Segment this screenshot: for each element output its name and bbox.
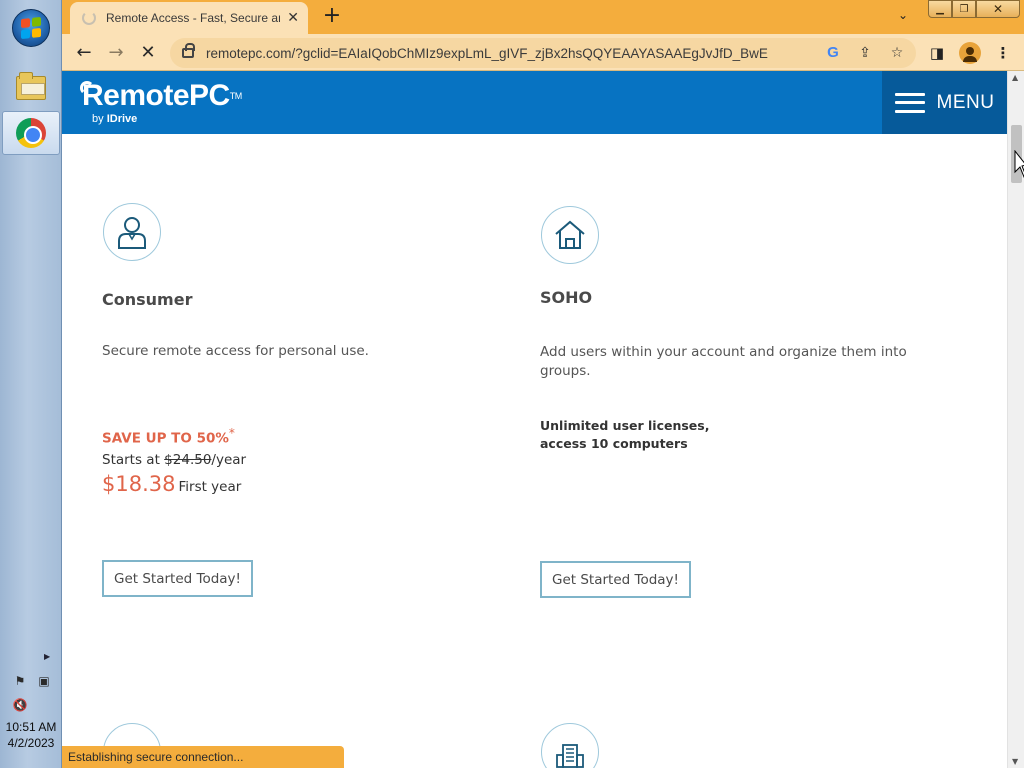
menu-label: MENU bbox=[936, 91, 995, 113]
lock-icon[interactable] bbox=[182, 43, 195, 58]
tab-strip: Remote Access - Fast, Secure and ✕ + ⌄ ▁… bbox=[62, 0, 1024, 34]
remotepc-logo[interactable]: RemotePCTM by IDrive bbox=[80, 79, 243, 125]
close-tab-icon[interactable]: ✕ bbox=[286, 10, 300, 26]
menu-button[interactable]: MENU bbox=[882, 71, 1007, 134]
consumer-price: $18.38 First year bbox=[102, 472, 241, 496]
google-lens-icon[interactable]: G bbox=[822, 42, 844, 64]
consumer-get-started-button[interactable]: Get Started Today! bbox=[102, 560, 253, 597]
clock-date: 4/2/2023 bbox=[7, 736, 55, 750]
network-icon[interactable]: ▣ bbox=[36, 674, 52, 688]
building-icon bbox=[541, 723, 599, 768]
show-hidden-icons-icon[interactable]: ▶ bbox=[44, 652, 50, 661]
window-close-button[interactable]: ✕ bbox=[976, 0, 1020, 18]
licenses-line-2: access 10 computers bbox=[540, 436, 688, 451]
logo-tm: TM bbox=[229, 91, 243, 101]
forward-arrow-icon[interactable]: → bbox=[103, 40, 129, 66]
per-year: /year bbox=[211, 452, 247, 468]
scroll-up-arrow-icon[interactable]: ▲ bbox=[1012, 73, 1018, 82]
soho-licenses: Unlimited user licenses, access 10 compu… bbox=[540, 417, 709, 453]
home-icon bbox=[541, 206, 599, 264]
folder-icon bbox=[16, 72, 46, 100]
scroll-down-arrow-icon[interactable]: ▼ bbox=[1012, 757, 1018, 766]
logo-idrive: IDrive bbox=[106, 113, 138, 125]
chrome-icon bbox=[16, 118, 46, 148]
browser-tab[interactable]: Remote Access - Fast, Secure and ✕ bbox=[70, 2, 308, 34]
consumer-description: Secure remote access for personal use. bbox=[102, 343, 369, 359]
save-text: SAVE UP TO 50% bbox=[102, 430, 229, 447]
clock-time: 10:51 AM bbox=[5, 720, 57, 734]
browser-window: Remote Access - Fast, Secure and ✕ + ⌄ ▁… bbox=[62, 0, 1024, 768]
windows-logo-icon bbox=[21, 16, 41, 40]
start-button[interactable] bbox=[12, 9, 50, 47]
loading-spinner-icon bbox=[82, 11, 96, 25]
profile-avatar-icon[interactable] bbox=[959, 42, 981, 64]
chrome-menu-icon[interactable]: ⋮ bbox=[990, 40, 1016, 66]
soho-title: SOHO bbox=[540, 288, 593, 307]
share-icon[interactable]: ⇪ bbox=[854, 42, 876, 64]
soho-get-started-button[interactable]: Get Started Today! bbox=[540, 561, 691, 598]
consumer-title: Consumer bbox=[102, 290, 193, 309]
hamburger-icon bbox=[894, 92, 925, 113]
old-price: $24.50 bbox=[164, 452, 212, 468]
taskbar-explorer-button[interactable] bbox=[2, 66, 60, 110]
mouse-cursor-icon bbox=[1014, 150, 1024, 178]
page-viewport: RemotePCTM by IDrive MENU Consumer Secur… bbox=[62, 71, 1007, 768]
url-text[interactable]: remotepc.com/?gclid=EAIaIQobChMIz9expLmL… bbox=[206, 46, 786, 61]
tab-title: Remote Access - Fast, Secure and bbox=[106, 11, 281, 25]
side-panel-icon[interactable]: ◨ bbox=[924, 40, 950, 66]
tab-search-chevron-icon[interactable]: ⌄ bbox=[898, 8, 908, 22]
windows-taskbar: ▶ ⚑ ▣ 🔇 10:51 AM 4/2/2023 bbox=[0, 0, 62, 768]
bookmark-star-icon[interactable]: ☆ bbox=[886, 42, 908, 64]
taskbar-chrome-button[interactable] bbox=[2, 111, 60, 155]
action-center-icon[interactable]: ⚑ bbox=[12, 674, 28, 688]
restore-button[interactable]: ❐ bbox=[952, 0, 976, 18]
browser-toolbar: ← → ✕ remotepc.com/?gclid=EAIaIQobChMIz9… bbox=[62, 34, 1024, 71]
user-icon bbox=[103, 203, 161, 261]
status-bubble: Establishing secure connection... bbox=[62, 746, 344, 768]
logo-signal-icon bbox=[80, 81, 94, 95]
consumer-save-label: SAVE UP TO 50%* bbox=[102, 426, 235, 447]
consumer-starts-at: Starts at $24.50/year bbox=[102, 452, 246, 468]
new-tab-button[interactable]: + bbox=[320, 5, 344, 29]
starts-prefix: Starts at bbox=[102, 452, 160, 468]
address-bar[interactable]: remotepc.com/?gclid=EAIaIQobChMIz9expLmL… bbox=[170, 38, 916, 68]
volume-muted-icon[interactable]: 🔇 bbox=[12, 698, 28, 712]
soho-description: Add users within your account and organi… bbox=[540, 344, 907, 379]
back-arrow-icon[interactable]: ← bbox=[71, 40, 97, 66]
stop-loading-icon[interactable]: ✕ bbox=[135, 40, 161, 66]
site-header: RemotePCTM by IDrive MENU bbox=[62, 71, 1007, 134]
price-note: First year bbox=[178, 479, 242, 495]
save-asterisk: * bbox=[228, 426, 235, 440]
taskbar-clock[interactable]: 10:51 AM 4/2/2023 bbox=[0, 719, 62, 751]
logo-brand: RemotePC bbox=[82, 79, 230, 112]
logo-by: by bbox=[92, 113, 104, 125]
price-amount: $18.38 bbox=[102, 472, 176, 496]
minimize-button[interactable]: ▁ bbox=[928, 0, 952, 18]
licenses-line-1: Unlimited user licenses, bbox=[540, 418, 710, 433]
